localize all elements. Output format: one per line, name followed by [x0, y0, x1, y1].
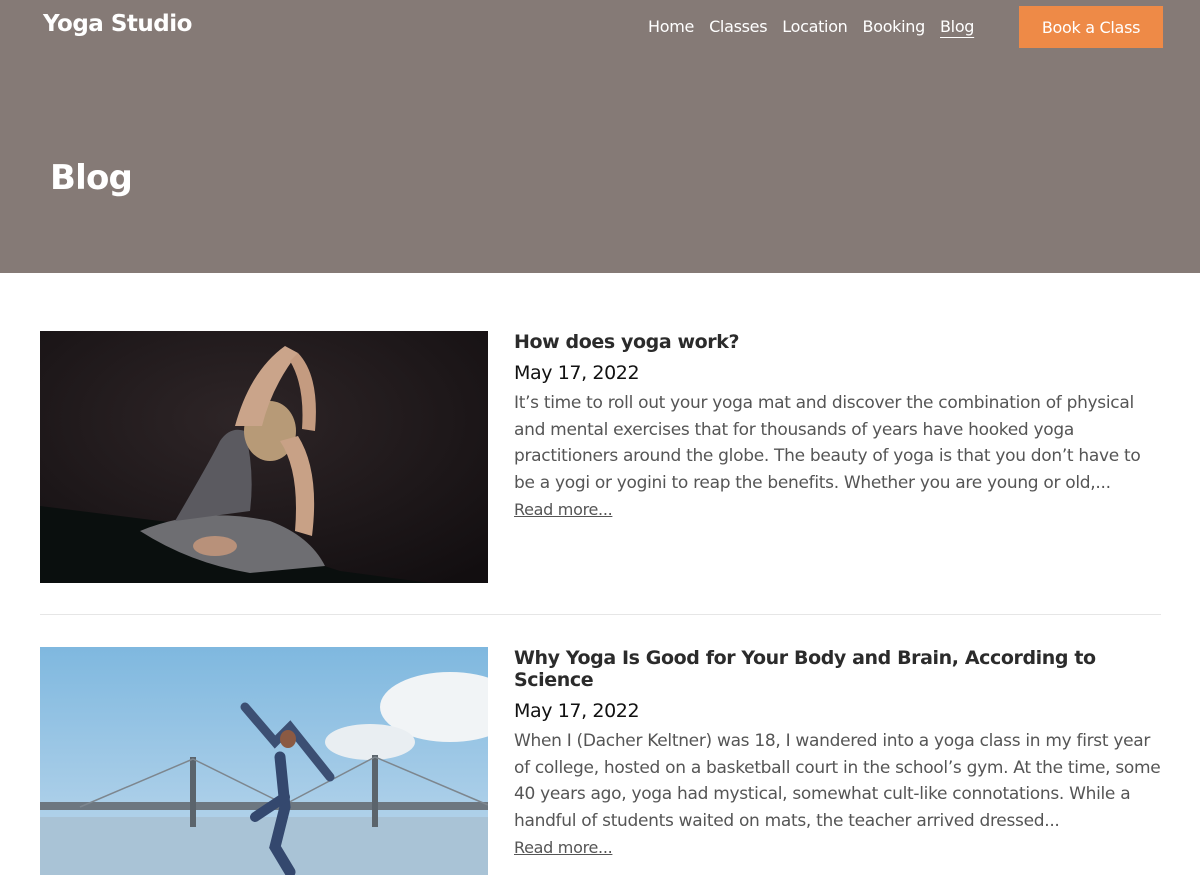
post-title[interactable]: Why Yoga Is Good for Your Body and Brain…: [514, 647, 1164, 691]
post-title[interactable]: How does yoga work?: [514, 331, 1164, 353]
nav-booking[interactable]: Booking: [863, 17, 926, 36]
nav-classes[interactable]: Classes: [709, 17, 767, 36]
page-title: Blog: [50, 158, 133, 198]
read-more-link[interactable]: Read more...: [514, 838, 613, 857]
brand-logo[interactable]: Yoga Studio: [43, 11, 192, 37]
nav-home[interactable]: Home: [648, 17, 694, 36]
post-thumbnail-yoga-pose[interactable]: [40, 331, 488, 583]
post-divider: [40, 614, 1161, 615]
book-a-class-button[interactable]: Book a Class: [1019, 6, 1163, 48]
post-body: How does yoga work? May 17, 2022 It’s ti…: [514, 331, 1164, 520]
read-more-link[interactable]: Read more...: [514, 500, 613, 519]
post-date: May 17, 2022: [514, 700, 640, 722]
nav-location[interactable]: Location: [782, 17, 848, 36]
main-nav: Home Classes Location Booking Blog: [648, 17, 974, 36]
nav-blog[interactable]: Blog: [940, 17, 974, 36]
hero-header: Yoga Studio Home Classes Location Bookin…: [0, 0, 1200, 273]
post-excerpt: When I (Dacher Keltner) was 18, I wander…: [514, 731, 1161, 831]
post-thumbnail-bridge-dancer[interactable]: [40, 647, 488, 875]
post-date: May 17, 2022: [514, 362, 640, 384]
post-excerpt: It’s time to roll out your yoga mat and …: [514, 393, 1141, 493]
post-body: Why Yoga Is Good for Your Body and Brain…: [514, 647, 1164, 858]
